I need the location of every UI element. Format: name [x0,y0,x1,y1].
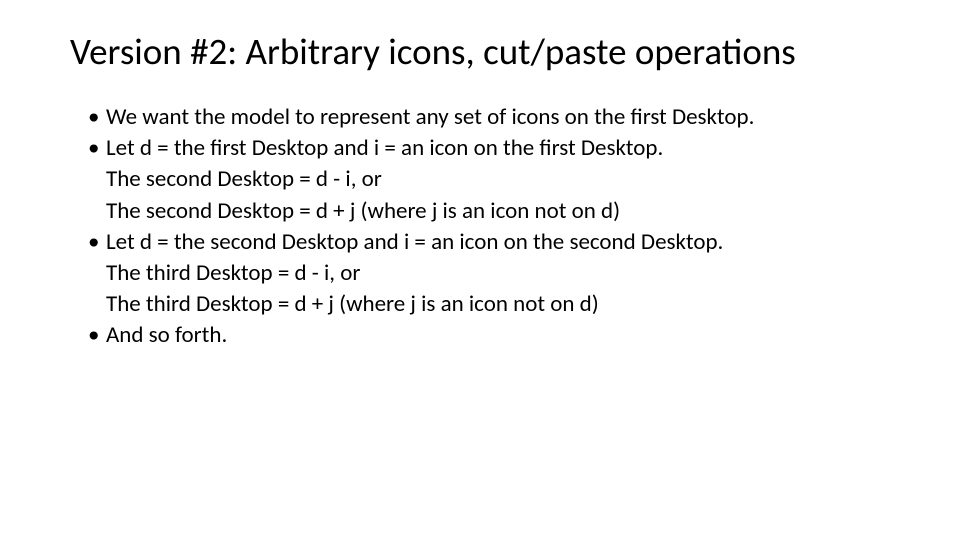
bullet-line: The second Desktop = d - i, or [106,164,890,195]
bullet-line: And so forth. [106,320,890,351]
bullet-line: The third Desktop = d - i, or [106,258,890,289]
bullet-item: Let d = the first Desktop and i = an ico… [88,133,890,226]
slide-title: Version #2: Arbitrary icons, cut/paste o… [70,30,890,74]
bullet-line: Let d = the second Desktop and i = an ic… [106,227,890,258]
bullet-line: The second Desktop = d + j (where j is a… [106,196,890,227]
bullet-line: Let d = the first Desktop and i = an ico… [106,133,890,164]
bullet-item: We want the model to represent any set o… [88,102,890,133]
bullet-line: We want the model to represent any set o… [106,102,890,133]
bullet-list: We want the model to represent any set o… [70,102,890,350]
bullet-item: Let d = the second Desktop and i = an ic… [88,227,890,320]
bullet-item: And so forth. [88,320,890,351]
bullet-line: The third Desktop = d + j (where j is an… [106,289,890,320]
